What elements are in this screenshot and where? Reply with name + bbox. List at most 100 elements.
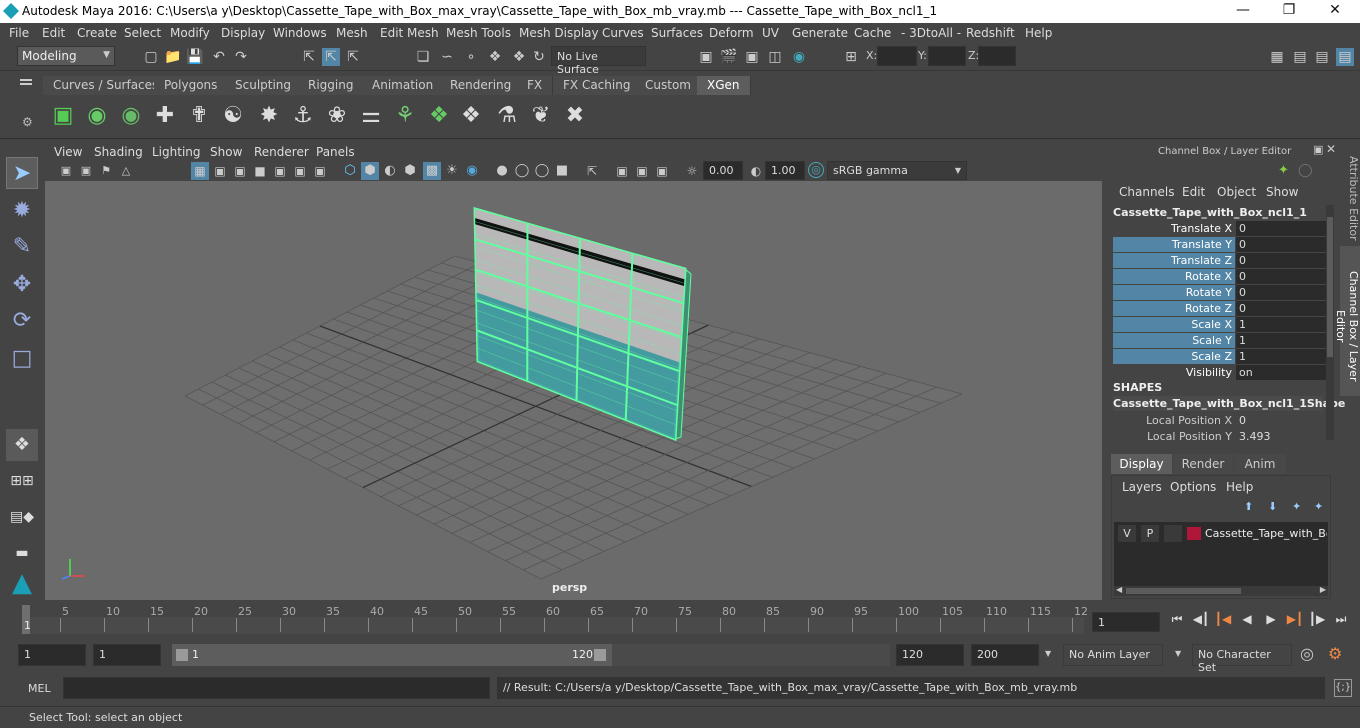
xgen-create-description-icon[interactable]: ▣ [48,100,78,132]
layer-name[interactable]: Cassette_Tape_with_Box [1205,527,1327,540]
menu-display[interactable]: Display [221,26,265,40]
select-hierarchy-icon[interactable]: ⇱ [300,48,318,66]
channel-value-field[interactable]: 0 [1236,221,1326,236]
snap-surface-icon[interactable]: ❖ [510,48,528,66]
channel-row[interactable]: Rotate X0 [1113,269,1328,284]
menu-curves[interactable]: Curves [602,26,644,40]
start-time-field[interactable]: 1 [18,644,86,666]
xgen-primitives-icon[interactable]: ◉ [82,100,112,132]
refresh-icon[interactable]: ◯ [1298,163,1313,178]
isolate-select-icon[interactable]: ⇱ [583,162,601,180]
channel-row[interactable]: Scale X1 [1113,317,1328,332]
four-pane-layout-icon[interactable]: ⊞⊞ [6,465,38,497]
xgen-cut-icon[interactable]: ❦ [526,100,556,132]
safe-action-icon[interactable]: ▣ [291,162,309,180]
layer-visibility-toggle[interactable]: V [1118,525,1136,542]
shelf-tab-rendering[interactable]: Rendering [440,76,523,95]
lasso-tool-icon[interactable]: ✹ [6,195,38,227]
channel-label[interactable]: Rotate X [1113,269,1235,284]
save-scene-icon[interactable]: 💾 [186,48,204,66]
channel-value-field[interactable]: 1 [1236,317,1326,332]
shelf-tab-polygons[interactable]: Polygons [154,76,229,95]
channel-scrollbar[interactable] [1326,205,1334,440]
channel-row[interactable]: Translate X0 [1113,221,1328,236]
script-language-label[interactable]: MEL [28,682,51,695]
shape-channel-row[interactable]: Local Position Y 3.493 [1113,429,1328,444]
gate-mask-icon[interactable]: ■ [251,162,269,180]
layer-color-swatch[interactable] [1187,527,1201,540]
layer-playback-toggle[interactable]: P [1141,525,1159,542]
scroll-left-icon[interactable]: ◀ [1116,585,1122,594]
channel-label[interactable]: Translate Y [1113,237,1235,252]
rotate-tool-icon[interactable]: ⟳ [6,305,38,337]
select-component-icon[interactable]: ⇱ [344,48,362,66]
layer-hscroll-thumb[interactable] [1126,588,1241,594]
backface-icon[interactable]: ▣ [653,162,671,180]
menu-file[interactable]: File [9,26,29,40]
render-settings-icon[interactable]: ▣ [697,48,715,66]
layer-menu-options[interactable]: Options [1170,480,1216,494]
menu-uv[interactable]: UV [762,26,779,40]
vp-menu-shading[interactable]: Shading [94,145,143,159]
maximize-button[interactable]: ❐ [1266,2,1312,22]
scroll-right-icon[interactable]: ▶ [1320,585,1326,594]
menu-create[interactable]: Create [77,26,117,40]
gamma-field[interactable]: 1.00 [765,161,805,180]
range-slider-end-handle[interactable] [594,649,606,661]
shelf-tab-custom[interactable]: Custom [635,76,702,95]
shelf-tab-fx-caching[interactable]: FX Caching [553,76,642,95]
snap-view-icon[interactable]: ❖ [486,48,504,66]
image-plane-icon[interactable]: △ [117,162,135,180]
channel-label[interactable]: Rotate Y [1113,285,1235,300]
float-panel-icon[interactable]: ▣ [1313,143,1323,156]
cb-menu-show[interactable]: Show [1266,185,1298,199]
end-time-field[interactable]: 120 [896,644,964,666]
layer-menu-layers[interactable]: Layers [1122,480,1162,494]
exposure-field[interactable]: 0.00 [703,161,743,180]
step-forward-key-icon[interactable]: ▶┃ [1286,612,1304,628]
play-backwards-icon[interactable]: ◀ [1238,612,1256,628]
select-object-icon[interactable]: ⇱ [322,48,340,66]
z-field[interactable] [978,46,1016,66]
shape-channel-row[interactable]: Local Position X0 [1113,413,1328,428]
toggle-attribute-editor-icon[interactable]: ▤ [1291,48,1309,66]
x-field[interactable] [877,46,917,66]
anim-end-field[interactable]: 200 [971,644,1039,666]
exposure-icon[interactable]: ☼ [683,162,701,180]
xgen-rotate-guide-icon[interactable]: ✸ [254,100,284,132]
menu-deform[interactable]: Deform [709,26,754,40]
snap-point-icon[interactable]: ∘ [462,48,480,66]
menu-generate[interactable]: Generate [792,26,848,40]
channel-label[interactable]: Scale Y [1113,333,1235,348]
xgen-grass-icon[interactable]: ⚘ [390,100,420,132]
mode-dropdown[interactable]: Modeling ▼ [17,46,115,66]
move-tool-icon[interactable]: ✥ [6,269,38,301]
anim-start-field[interactable]: 1 [93,644,161,666]
default-material-icon[interactable]: ◐ [381,162,399,180]
channel-value-field[interactable]: 3.493 [1236,429,1326,444]
channel-label[interactable]: Scale Z [1113,349,1235,364]
snap-grid-icon[interactable]: ❏ [414,48,432,66]
close-panel-icon[interactable]: ✕ [1326,142,1336,156]
channel-box-tab[interactable]: Channel Box / Layer Editor [1334,246,1360,396]
xgen-delete-icon[interactable]: ✖ [560,100,590,132]
shelf-tab-rigging[interactable]: Rigging [298,76,365,95]
channel-value-field[interactable]: 0 [1236,269,1326,284]
channel-label[interactable]: Translate Z [1113,253,1235,268]
close-button[interactable]: ✕ [1312,2,1358,22]
menu-cache[interactable]: Cache [854,26,891,40]
layer-display-type[interactable] [1164,525,1182,542]
command-input[interactable] [63,677,490,699]
redo-icon[interactable]: ↷ [232,48,250,66]
menu-modify[interactable]: Modify [170,26,210,40]
menu-redshift[interactable]: Redshift [966,26,1015,40]
shelf-tab-xgen[interactable]: XGen [697,76,751,95]
vp-menu-view[interactable]: View [54,145,82,159]
bookmark-icon[interactable]: ⚑ [97,162,115,180]
transform-lock-icon[interactable]: ⊞ [842,48,860,66]
vp-menu-renderer[interactable]: Renderer [254,145,309,159]
menu-mesh-display[interactable]: Mesh Display [519,26,599,40]
vp-menu-show[interactable]: Show [210,145,242,159]
live-surface-field[interactable]: No Live Surface [551,46,646,76]
select-tool-icon[interactable]: ➤ [6,157,38,189]
